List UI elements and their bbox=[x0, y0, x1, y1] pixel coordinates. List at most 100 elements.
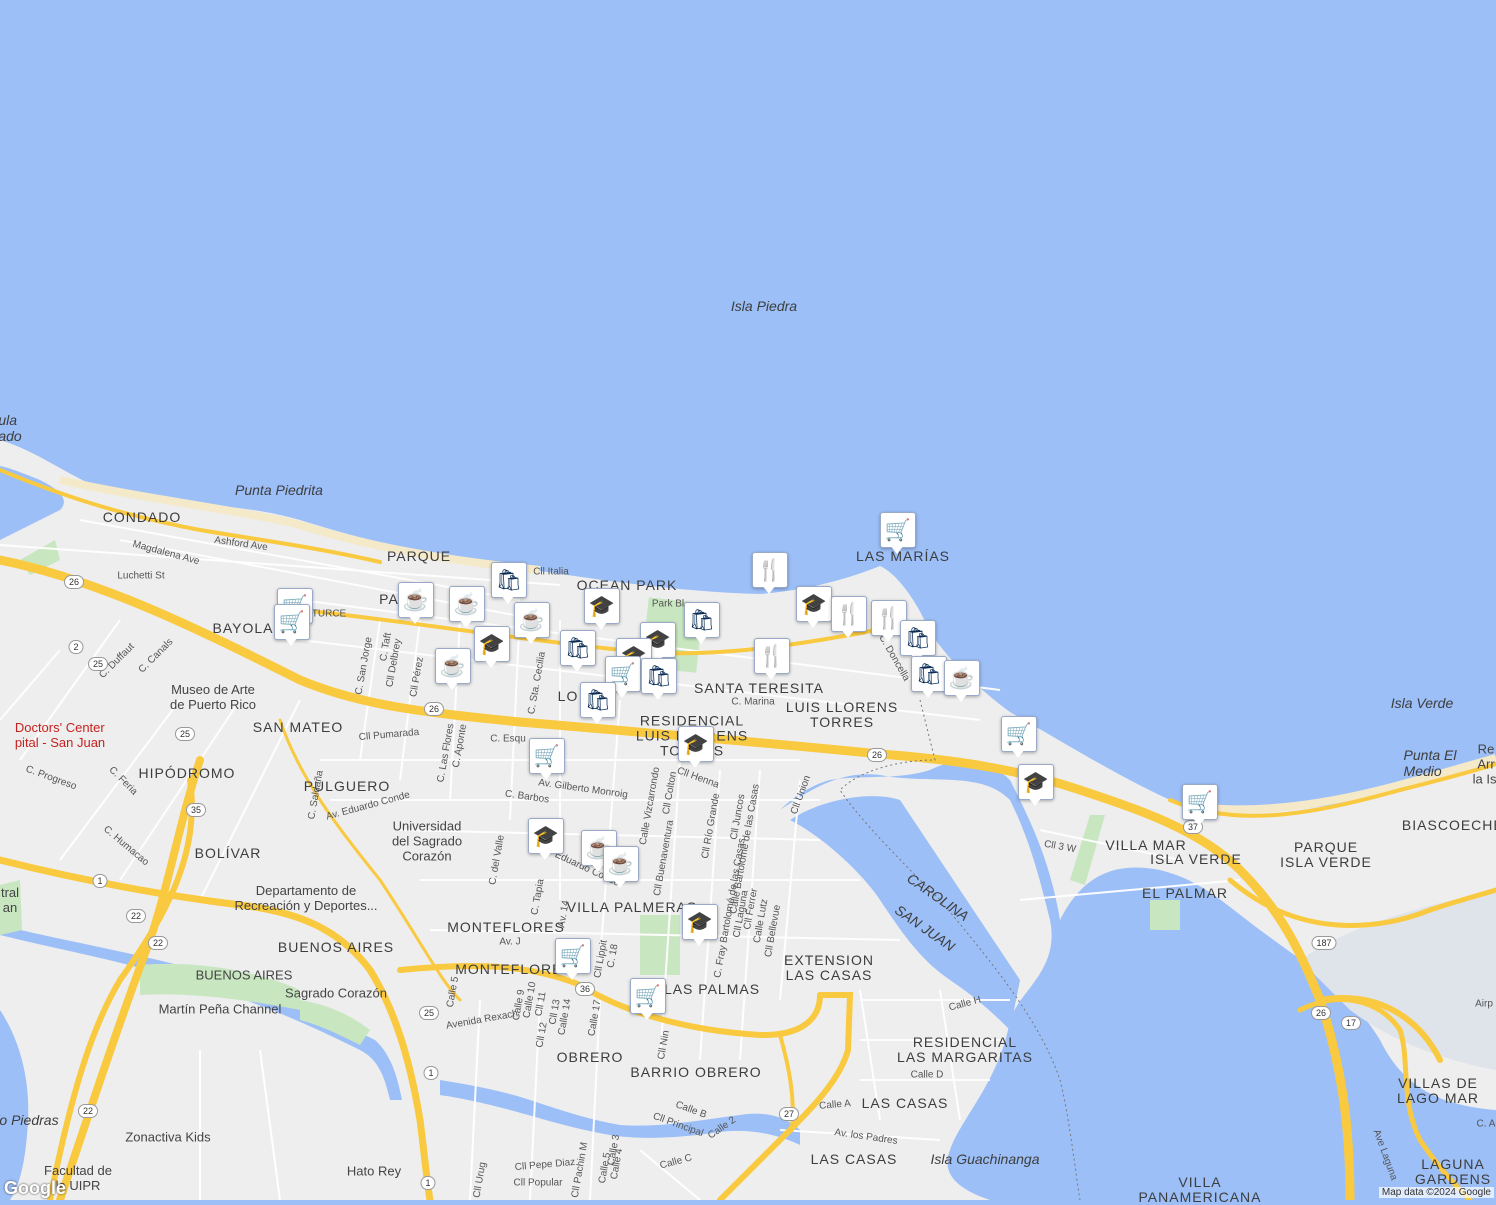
grocery-icon: 🛒 bbox=[634, 984, 662, 1008]
route-shield: 2 bbox=[68, 640, 84, 654]
restaurant-pin[interactable]: 🍴 bbox=[754, 638, 790, 680]
route-shield: 25 bbox=[174, 727, 196, 741]
neighborhood-label: EL PALMAR bbox=[1141, 885, 1229, 901]
cafe-pin[interactable]: ☕ bbox=[398, 582, 434, 624]
cafe-pin[interactable]: ☕ bbox=[514, 602, 550, 644]
route-shield: 26 bbox=[63, 575, 85, 589]
shopping-pin[interactable]: 🛍 bbox=[580, 682, 616, 724]
grocery-pin[interactable]: 🛒 bbox=[1182, 784, 1218, 826]
place-poi-label: Zonactiva Kids bbox=[125, 1129, 211, 1145]
neighborhood-label: LUIS LLORENS TORRES bbox=[785, 699, 899, 730]
neighborhood-label: PARQUE ISLA VERDE bbox=[1280, 839, 1372, 870]
school-icon: 🎓 bbox=[588, 594, 616, 618]
shopping-pin[interactable]: 🛍 bbox=[911, 656, 947, 698]
neighborhood-label: ISLA VERDE bbox=[1150, 851, 1242, 867]
route-shield: 27 bbox=[778, 1107, 800, 1121]
neighborhood-label: SANTA TERESITA bbox=[694, 680, 824, 696]
route-shield: 22 bbox=[147, 936, 169, 950]
street-label: Cll Italia bbox=[533, 566, 569, 578]
street-label: Calle D bbox=[910, 1069, 944, 1081]
school-pin[interactable]: 🎓 bbox=[474, 626, 510, 668]
shopping-icon: 🛍 bbox=[564, 636, 592, 660]
route-shield: 1 bbox=[92, 874, 108, 888]
route-shield: 36 bbox=[574, 982, 596, 996]
cafe-pin[interactable]: ☕ bbox=[449, 586, 485, 628]
street-label: Av. J bbox=[499, 936, 521, 948]
neighborhood-label: BARRIO OBRERO bbox=[630, 1064, 762, 1080]
street-label: C. Esqu bbox=[490, 733, 526, 745]
school-pin[interactable]: 🎓 bbox=[796, 586, 832, 628]
school-pin[interactable]: 🎓 bbox=[1018, 764, 1054, 806]
cafe-icon: ☕ bbox=[439, 654, 467, 678]
grocery-pin[interactable]: 🛒 bbox=[880, 512, 916, 554]
museum-poi-label: Museo de Arte de Puerto Rico bbox=[170, 682, 256, 712]
school-pin[interactable]: 🎓 bbox=[584, 588, 620, 630]
grocery-pin[interactable]: 🛒 bbox=[274, 604, 310, 646]
map-canvas[interactable] bbox=[0, 0, 1496, 1200]
cafe-pin[interactable]: ☕ bbox=[944, 660, 980, 702]
neighborhood-label: BAYOLA bbox=[212, 620, 274, 636]
neighborhood-label: LAGUNA GARDENS bbox=[1414, 1156, 1492, 1187]
shopping-pin[interactable]: 🛍 bbox=[491, 562, 527, 604]
shopping-pin[interactable]: 🛍 bbox=[560, 630, 596, 672]
hospital-label: Doctors' Center pital - San Juan bbox=[14, 720, 106, 750]
school-poi-label: Universidad del Sagrado Corazón bbox=[391, 818, 463, 864]
neighborhood-label: VILLA PANAMERICANA bbox=[1138, 1174, 1262, 1205]
school-pin[interactable]: 🎓 bbox=[682, 904, 718, 946]
school-icon: 🎓 bbox=[532, 824, 560, 848]
restaurant-pin[interactable]: 🍴 bbox=[752, 552, 788, 594]
neighborhood-label: LAS PALMAS bbox=[663, 981, 761, 997]
water-label: Isla Verde bbox=[1390, 695, 1454, 711]
shopping-pin[interactable]: 🛍 bbox=[684, 602, 720, 644]
grocery-icon: 🛒 bbox=[884, 518, 912, 542]
street-label: Airp bbox=[1475, 998, 1493, 1010]
street-label: Park Bl bbox=[651, 598, 685, 610]
neighborhood-label: OBRERO bbox=[556, 1049, 624, 1065]
park-villa-palmeras bbox=[640, 915, 680, 975]
transit-poi-label: Sagrado Corazón bbox=[285, 985, 387, 1001]
cafe-icon: ☕ bbox=[453, 592, 481, 616]
shopping-pin[interactable]: 🛍 bbox=[641, 658, 677, 700]
water-label: Río Piedras bbox=[0, 1112, 59, 1128]
cafe-pin[interactable]: ☕ bbox=[435, 648, 471, 690]
water-label: Punta Piedrita bbox=[235, 482, 323, 498]
grocery-pin[interactable]: 🛒 bbox=[529, 738, 565, 780]
cafe-pin[interactable]: ☕ bbox=[603, 846, 639, 888]
grocery-pin[interactable]: 🛒 bbox=[1001, 716, 1037, 758]
water-label: Isla Guachinanga bbox=[930, 1151, 1040, 1167]
neighborhood-label: MONTEFLORES bbox=[447, 919, 565, 935]
grocery-icon: 🛒 bbox=[1186, 790, 1214, 814]
route-shield: 22 bbox=[77, 1104, 99, 1118]
neighborhood-label: CONDADO bbox=[102, 509, 182, 525]
grocery-pin[interactable]: 🛒 bbox=[630, 978, 666, 1020]
neighborhood-label: EXTENSION LAS CASAS bbox=[784, 952, 874, 983]
restaurant-pin[interactable]: 🍴 bbox=[831, 596, 867, 638]
neighborhood-label: VILLAS DE LAGO MAR bbox=[1397, 1075, 1479, 1106]
shopping-icon: 🛍 bbox=[688, 608, 716, 632]
map-attribution[interactable]: Map data ©2024 Google bbox=[1378, 1187, 1494, 1198]
neighborhood-label: HIPÓDROMO bbox=[138, 765, 236, 781]
neighborhood-label: BIASCOECHEA bbox=[1401, 817, 1496, 833]
route-shield: 22 bbox=[125, 909, 147, 923]
neighborhood-label: SAN MATEO bbox=[252, 719, 344, 735]
park-el-palmar bbox=[1150, 900, 1180, 930]
restaurant-icon: 🍴 bbox=[758, 644, 786, 668]
route-shield: 1 bbox=[420, 1176, 436, 1190]
google-logo: Google bbox=[4, 1178, 66, 1198]
poi-label: Martín Peña Channel bbox=[158, 1001, 282, 1017]
grocery-icon: 🛒 bbox=[278, 610, 306, 634]
school-pin[interactable]: 🎓 bbox=[678, 726, 714, 768]
grocery-icon: 🛒 bbox=[533, 744, 561, 768]
water-label: Isla Piedra bbox=[730, 298, 798, 314]
grocery-pin[interactable]: 🛒 bbox=[555, 938, 591, 980]
route-shield: 187 bbox=[1311, 936, 1337, 950]
school-pin[interactable]: 🎓 bbox=[528, 818, 564, 860]
neighborhood-label: TURCE bbox=[311, 608, 347, 620]
route-shield: 1 bbox=[423, 1066, 439, 1080]
school-icon: 🎓 bbox=[800, 592, 828, 616]
grocery-icon: 🛒 bbox=[559, 944, 587, 968]
route-shield: 35 bbox=[185, 803, 207, 817]
school-icon: 🎓 bbox=[478, 632, 506, 656]
poi-label: tral an bbox=[0, 885, 20, 915]
neighborhood-label: LAS CASAS bbox=[810, 1151, 898, 1167]
